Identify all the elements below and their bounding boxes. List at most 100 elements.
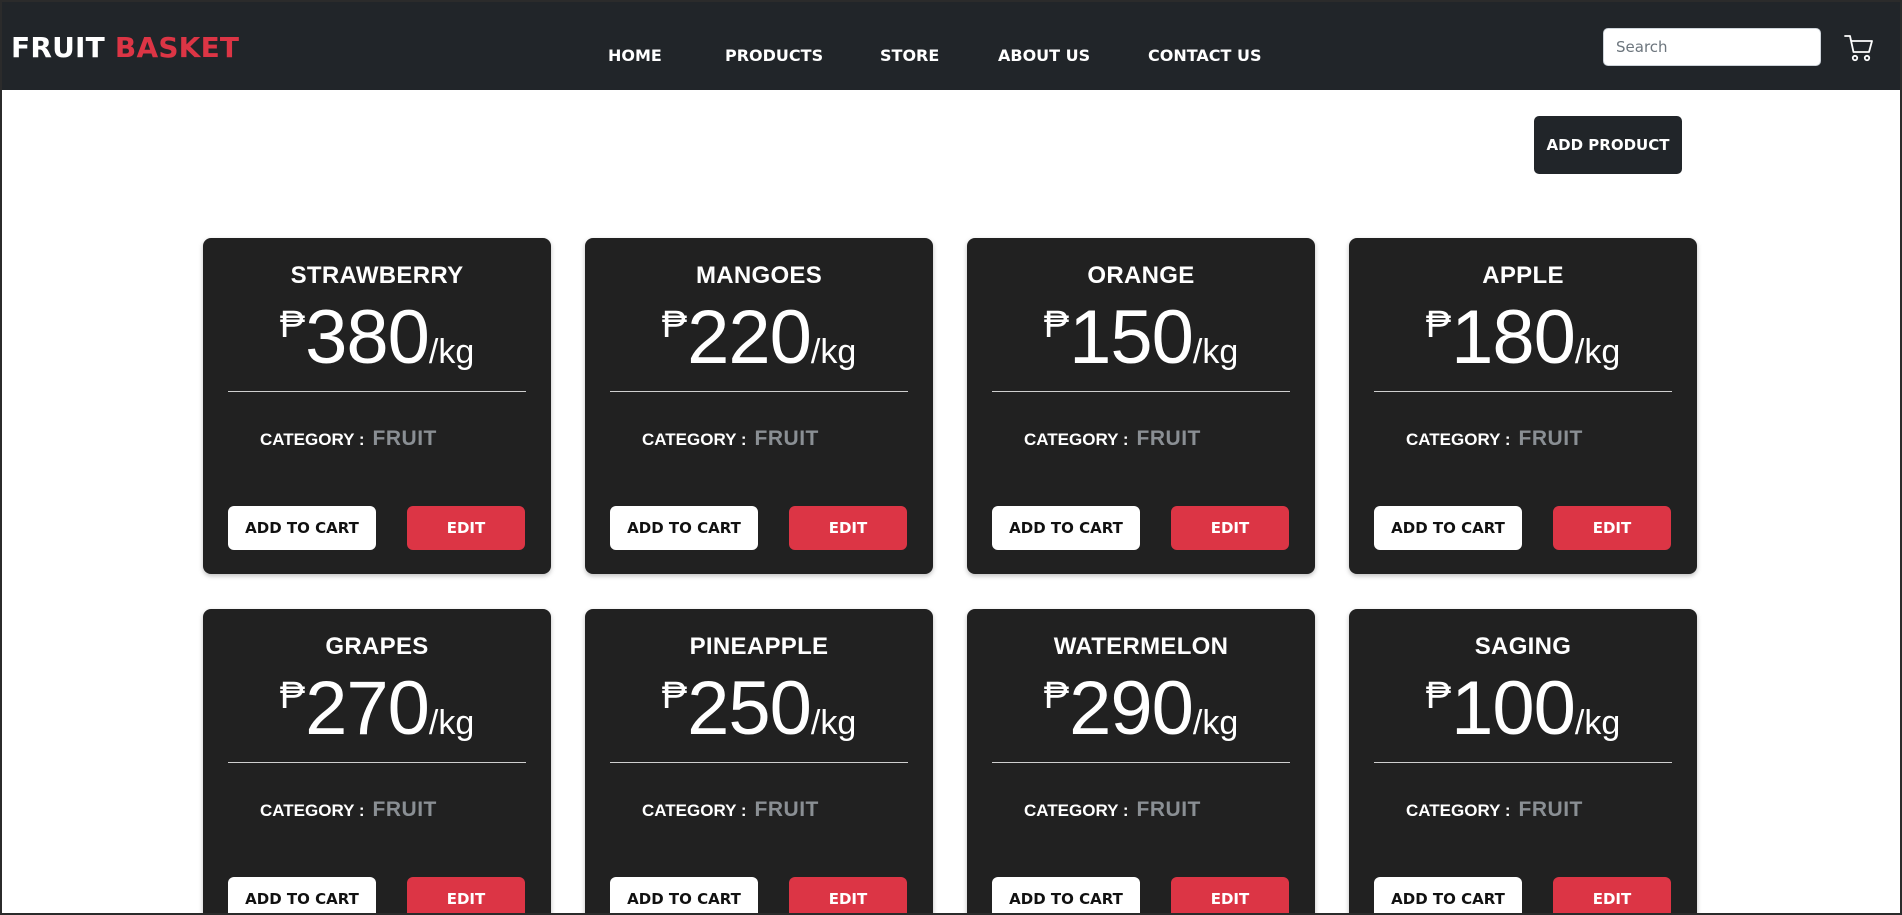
category-label: CATEGORY : <box>1024 801 1129 820</box>
price-amount: 100 <box>1451 666 1576 751</box>
search-input[interactable] <box>1603 28 1821 66</box>
product-category: CATEGORY : FRUIT <box>260 798 437 822</box>
category-value: FRUIT <box>372 427 437 450</box>
product-card: MANGOES ₱220/kg CATEGORY : FRUIT ADD TO C… <box>585 238 933 574</box>
add-to-cart-button[interactable]: ADD TO CART <box>228 506 376 550</box>
nav-about-us[interactable]: ABOUT US <box>998 45 1090 67</box>
edit-button[interactable]: EDIT <box>789 506 907 550</box>
product-price: ₱150/kg <box>967 300 1315 376</box>
product-category: CATEGORY : FRUIT <box>1024 798 1201 822</box>
page: FRUIT BASKET HOME PRODUCTS STORE ABOUT U… <box>0 0 1902 915</box>
product-category: CATEGORY : FRUIT <box>642 427 819 451</box>
add-to-cart-button[interactable]: ADD TO CART <box>228 877 376 913</box>
product-name: GRAPES <box>325 633 429 660</box>
divider <box>610 391 908 392</box>
price-unit: /kg <box>810 704 857 742</box>
add-to-cart-button[interactable]: ADD TO CART <box>992 506 1140 550</box>
brand-first: FRUIT <box>11 31 105 64</box>
cart-icon[interactable] <box>1844 33 1874 63</box>
product-category: CATEGORY : FRUIT <box>260 427 437 451</box>
edit-button[interactable]: EDIT <box>407 877 525 913</box>
product-price: ₱100/kg <box>1349 671 1697 747</box>
add-to-cart-button[interactable]: ADD TO CART <box>1374 506 1522 550</box>
add-to-cart-button[interactable]: ADD TO CART <box>992 877 1140 913</box>
category-value: FRUIT <box>1136 798 1201 821</box>
category-label: CATEGORY : <box>260 430 365 449</box>
category-value: FRUIT <box>1518 798 1583 821</box>
category-label: CATEGORY : <box>1024 430 1129 449</box>
nav-contact-us[interactable]: CONTACT US <box>1148 45 1262 67</box>
product-card: PINEAPPLE ₱250/kg CATEGORY : FRUIT ADD TO… <box>585 609 933 913</box>
price-amount: 220 <box>687 295 812 380</box>
price-amount: 290 <box>1069 666 1194 751</box>
price-unit: /kg <box>1192 333 1239 371</box>
category-label: CATEGORY : <box>260 801 365 820</box>
divider <box>1374 762 1672 763</box>
divider <box>992 391 1290 392</box>
category-label: CATEGORY : <box>642 430 747 449</box>
brand-second: BASKET <box>114 31 240 64</box>
product-name: ORANGE <box>1087 262 1195 289</box>
edit-button[interactable]: EDIT <box>789 877 907 913</box>
product-category: CATEGORY : FRUIT <box>1406 798 1583 822</box>
product-card: ORANGE ₱150/kg CATEGORY : FRUIT ADD TO CA… <box>967 238 1315 574</box>
product-category: CATEGORY : FRUIT <box>642 798 819 822</box>
product-card: WATERMELON ₱290/kg CATEGORY : FRUIT ADD T… <box>967 609 1315 913</box>
price-amount: 380 <box>305 295 430 380</box>
nav-products[interactable]: PRODUCTS <box>725 45 823 67</box>
currency-symbol: ₱ <box>1043 304 1070 346</box>
product-card: STRAWBERRY ₱380/kg CATEGORY : FRUIT ADD T… <box>203 238 551 574</box>
edit-button[interactable]: EDIT <box>407 506 525 550</box>
navbar: FRUIT BASKET HOME PRODUCTS STORE ABOUT U… <box>2 2 1900 90</box>
product-card: SAGING ₱100/kg CATEGORY : FRUIT ADD TO CA… <box>1349 609 1697 913</box>
price-unit: /kg <box>428 704 475 742</box>
edit-button[interactable]: EDIT <box>1553 877 1671 913</box>
price-unit: /kg <box>1192 704 1239 742</box>
category-value: FRUIT <box>754 427 819 450</box>
price-amount: 180 <box>1451 295 1576 380</box>
product-price: ₱290/kg <box>967 671 1315 747</box>
currency-symbol: ₱ <box>1043 675 1070 717</box>
product-price: ₱270/kg <box>203 671 551 747</box>
divider <box>1374 391 1672 392</box>
add-to-cart-button[interactable]: ADD TO CART <box>610 877 758 913</box>
currency-symbol: ₱ <box>1425 304 1452 346</box>
category-value: FRUIT <box>372 798 437 821</box>
nav-home[interactable]: HOME <box>608 45 662 67</box>
category-value: FRUIT <box>1136 427 1201 450</box>
category-label: CATEGORY : <box>1406 430 1511 449</box>
currency-symbol: ₱ <box>279 675 306 717</box>
category-value: FRUIT <box>1518 427 1583 450</box>
category-label: CATEGORY : <box>1406 801 1511 820</box>
edit-button[interactable]: EDIT <box>1553 506 1671 550</box>
product-name: APPLE <box>1482 262 1564 289</box>
product-card: APPLE ₱180/kg CATEGORY : FRUIT ADD TO CAR… <box>1349 238 1697 574</box>
product-category: CATEGORY : FRUIT <box>1406 427 1583 451</box>
product-price: ₱180/kg <box>1349 300 1697 376</box>
price-amount: 270 <box>305 666 430 751</box>
brand-logo[interactable]: FRUIT BASKET <box>11 31 239 65</box>
price-unit: /kg <box>1574 333 1621 371</box>
product-price: ₱250/kg <box>585 671 933 747</box>
product-name: STRAWBERRY <box>290 262 464 289</box>
currency-symbol: ₱ <box>1425 675 1452 717</box>
add-to-cart-button[interactable]: ADD TO CART <box>1374 877 1522 913</box>
price-unit: /kg <box>810 333 857 371</box>
add-to-cart-button[interactable]: ADD TO CART <box>610 506 758 550</box>
price-amount: 150 <box>1069 295 1194 380</box>
currency-symbol: ₱ <box>661 675 688 717</box>
nav-store[interactable]: STORE <box>880 45 939 67</box>
product-price: ₱220/kg <box>585 300 933 376</box>
product-price: ₱380/kg <box>203 300 551 376</box>
divider <box>610 762 908 763</box>
product-name: SAGING <box>1474 633 1572 660</box>
add-product-button[interactable]: ADD PRODUCT <box>1534 116 1682 174</box>
divider <box>228 762 526 763</box>
edit-button[interactable]: EDIT <box>1171 877 1289 913</box>
product-name: WATERMELON <box>1053 633 1229 660</box>
product-name: PINEAPPLE <box>689 633 829 660</box>
edit-button[interactable]: EDIT <box>1171 506 1289 550</box>
category-value: FRUIT <box>754 798 819 821</box>
divider <box>992 762 1290 763</box>
product-card: GRAPES ₱270/kg CATEGORY : FRUIT ADD TO CA… <box>203 609 551 913</box>
